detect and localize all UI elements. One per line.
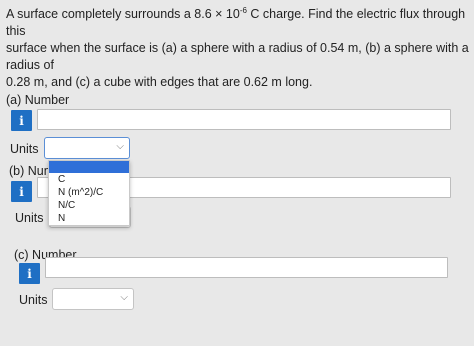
- question-line-1: A surface completely surrounds a 8.6 × 1…: [6, 6, 470, 40]
- charge-exponent: -6: [239, 5, 247, 15]
- part-c-units-select[interactable]: ⌵: [52, 288, 134, 310]
- dropdown-option-n[interactable]: N: [49, 212, 129, 225]
- part-b-info-icon[interactable]: i: [11, 181, 32, 202]
- part-c-number-input[interactable]: [45, 257, 448, 278]
- chevron-down-icon: ⌵: [116, 141, 124, 152]
- dropdown-option-c[interactable]: C: [49, 173, 129, 186]
- question-line-3: 0.28 m, and (c) a cube with edges that a…: [6, 75, 313, 89]
- part-a-number-label: (a) Number: [6, 93, 70, 107]
- question-text: A surface completely surrounds a 8.6 × 1…: [6, 6, 470, 91]
- part-a-info-icon[interactable]: i: [11, 110, 32, 131]
- chevron-down-icon: ⌵: [120, 292, 128, 303]
- part-b-units-label: Units: [15, 211, 44, 225]
- dropdown-option-n-c[interactable]: N/C: [49, 199, 129, 212]
- part-a-number-input[interactable]: [37, 109, 451, 130]
- units-dropdown-menu[interactable]: C N (m^2)/C N/C N: [48, 160, 130, 226]
- question-line-2: surface when the surface is (a) a sphere…: [6, 41, 469, 72]
- part-c-info-icon[interactable]: i: [19, 263, 40, 284]
- part-a-units-label: Units: [10, 142, 39, 156]
- question-line-1-start: A surface completely surrounds a 8.6 × 1…: [6, 7, 240, 21]
- dropdown-option-n-m2-c[interactable]: N (m^2)/C: [49, 186, 129, 199]
- dropdown-selected-highlight[interactable]: [49, 161, 129, 173]
- part-c-units-label: Units: [19, 293, 48, 307]
- part-a-units-select[interactable]: ⌵: [44, 137, 130, 159]
